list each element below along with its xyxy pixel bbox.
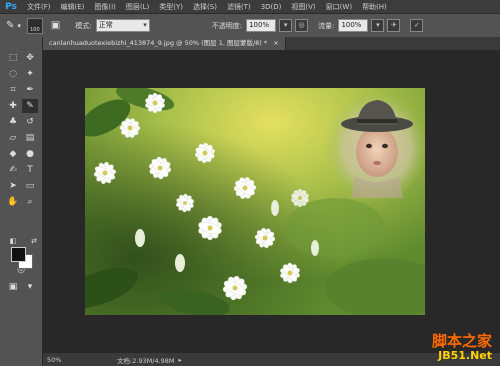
airbrush-icon[interactable]: ✈ (387, 19, 401, 32)
menu-filter[interactable]: 滤镜(T) (222, 2, 256, 12)
mode-label: 模式: (75, 21, 92, 30)
zoom-level[interactable]: 50% (43, 356, 71, 364)
screen-mode-icon[interactable]: ▣ (5, 280, 21, 294)
crop-tool-icon[interactable]: ⌗ (5, 83, 21, 97)
path-select-tool-icon[interactable]: ➤ (5, 179, 21, 193)
chevron-down-icon[interactable]: ▾ (17, 22, 21, 30)
pressure-size-icon[interactable]: ✓ (410, 19, 424, 32)
healing-brush-tool-icon[interactable]: ✚ (5, 99, 21, 113)
brush-tool-icon[interactable]: ✎ (6, 20, 14, 31)
menu-edit[interactable]: 编辑(E) (56, 2, 90, 12)
flow-arrow[interactable]: ▾ (371, 19, 385, 32)
photoshop-logo: Ps (5, 1, 17, 12)
brush-panel-icon[interactable]: ▣ (51, 20, 60, 31)
type-tool-icon[interactable]: T (22, 163, 38, 177)
watermark-line1: 脚本之家 (431, 332, 492, 350)
tools-panel: ⬚ ✥ ◌ ✦ ⌗ ✒ ✚ ✎ ♣ ↺ ▱ ▤ ◆ ● ✍ T ➤ ▭ ✋ ⌕ … (0, 37, 43, 366)
menu-3d[interactable]: 3D(D) (256, 3, 287, 11)
menu-file[interactable]: 文件(F) (22, 2, 56, 12)
screen-mode-menu-icon[interactable]: ▾ (22, 280, 38, 294)
menu-image[interactable]: 图像(I) (89, 2, 121, 12)
mode-select[interactable]: 正常 (95, 19, 150, 32)
menu-help[interactable]: 帮助(H) (357, 2, 392, 12)
brush-size-picker[interactable]: 100 (26, 17, 43, 34)
menu-type[interactable]: 类型(Y) (154, 2, 188, 12)
hand-tool-icon[interactable]: ✋ (5, 195, 21, 209)
eyedropper-tool-icon[interactable]: ✒ (22, 83, 38, 97)
flow-field[interactable]: 100% (338, 19, 369, 32)
watermark: 脚本之家 JB51.Net (432, 330, 492, 362)
default-colors-icon[interactable]: ◧ (5, 234, 21, 248)
flow-label: 流量: (318, 21, 335, 30)
menu-bar: Ps 文件(F) 编辑(E) 图像(I) 图层(L) 类型(Y) 选择(S) 滤… (0, 0, 500, 13)
menu-layer[interactable]: 图层(L) (121, 2, 154, 12)
opacity-label: 不透明度: (211, 21, 243, 30)
blur-tool-icon[interactable]: ◆ (5, 147, 21, 161)
clone-stamp-tool-icon[interactable]: ♣ (5, 115, 21, 129)
document-tab[interactable]: canlanhuaduotexiebizhi_413874_9.jpg @ 50… (43, 37, 286, 50)
swap-colors-icon[interactable]: ⇄ (26, 234, 42, 248)
history-brush-tool-icon[interactable]: ↺ (22, 115, 38, 129)
menu-select[interactable]: 选择(S) (188, 2, 222, 12)
document-tab-title: canlanhuaduotexiebizhi_413874_9.jpg @ 50… (49, 39, 268, 47)
opacity-arrow[interactable]: ▾ (279, 19, 293, 32)
document-size: 文档:2.93M/4.98M (117, 356, 175, 365)
gradient-tool-icon[interactable]: ▤ (22, 131, 38, 145)
quick-select-tool-icon[interactable]: ✦ (22, 67, 38, 81)
opacity-pressure-icon[interactable]: ◎ (295, 19, 309, 32)
document-image[interactable] (85, 88, 425, 315)
brush-tool-icon[interactable]: ✎ (22, 99, 38, 113)
foreground-color-swatch[interactable] (11, 247, 26, 262)
status-menu-icon[interactable]: ▸ (179, 356, 182, 364)
eraser-tool-icon[interactable]: ▱ (5, 131, 21, 145)
brush-size-value: 100 (30, 26, 40, 33)
flower-boy-photo (85, 88, 425, 315)
marquee-tool-icon[interactable]: ⬚ (5, 51, 21, 65)
move-tool-icon[interactable]: ✥ (22, 51, 38, 65)
watermark-line2: JB51.Net (438, 349, 492, 362)
menu-window[interactable]: 窗口(W) (321, 2, 357, 12)
pen-tool-icon[interactable]: ✍ (5, 163, 21, 177)
options-bar: ✎ ▾ 100 ▣ 模式: 正常 不透明度: 100% ▾ ◎ 流量: 100%… (0, 13, 500, 38)
close-icon[interactable]: × (273, 39, 278, 47)
zoom-tool-icon[interactable]: ⌕ (22, 195, 38, 209)
menu-view[interactable]: 视图(V) (286, 2, 320, 12)
document-tab-bar: canlanhuaduotexiebizhi_413874_9.jpg @ 50… (43, 37, 500, 50)
lasso-tool-icon[interactable]: ◌ (5, 67, 21, 81)
opacity-field[interactable]: 100% (246, 19, 277, 32)
dodge-tool-icon[interactable]: ● (22, 147, 38, 161)
shape-tool-icon[interactable]: ▭ (22, 179, 38, 193)
